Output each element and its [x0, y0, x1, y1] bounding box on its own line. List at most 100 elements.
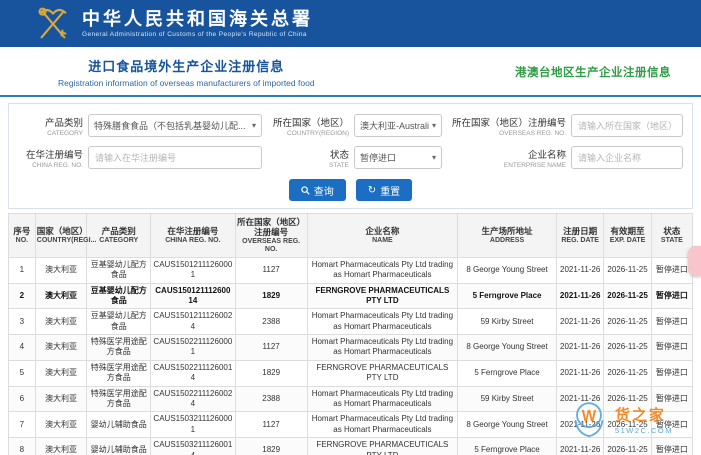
country-label-en: COUNTRY(REGION)	[287, 129, 349, 137]
search-icon	[301, 185, 310, 195]
site-title: 中华人民共和国海关总署	[82, 8, 313, 29]
cell-address: 8 George Young Street	[457, 334, 557, 361]
country-select-value: 澳大利亚-Australia	[360, 121, 429, 131]
page: 中华人民共和国海关总署 General Administration of Cu…	[0, 0, 701, 455]
column-header: 在华注册编号 CHINA REG. NO.	[150, 213, 236, 258]
column-header: 企业名称 NAME	[306, 213, 459, 258]
cell-state: 暂停进口	[650, 334, 694, 361]
state-select-value: 暂停进口	[360, 153, 397, 163]
tab-overseas-title: 进口食品境外生产企业注册信息	[88, 59, 285, 74]
cell-name: FERNGROVE PHARMACEUTICALS PTY LTD	[306, 282, 459, 310]
chevron-down-icon: ▾	[251, 121, 256, 130]
country-field: 所在国家（地区） COUNTRY(REGION) 澳大利亚-Australia …	[265, 114, 450, 137]
cell-overseas_reg_no: 1829	[234, 282, 308, 310]
cell-country: 澳大利亚	[34, 256, 88, 284]
country-label: 所在国家（地区） COUNTRY(REGION)	[265, 115, 349, 137]
query-button[interactable]: 查询	[288, 179, 346, 201]
category-select[interactable]: 特殊膳食食品（不包括乳基婴幼儿配... ▾	[88, 114, 262, 137]
overseas-reg-no-label-cn: 所在国家（地区）注册编号	[451, 117, 566, 129]
cell-address: 5 Ferngrove Place	[457, 437, 557, 455]
search-panel: 产品类别 CATEGORY 特殊膳食食品（不包括乳基婴幼儿配... ▾ 所在国家…	[8, 103, 693, 209]
table-row[interactable]: 1 澳大利亚 豆基婴幼儿配方食品 CAUS15012111260001 1127 Homa…	[8, 256, 694, 284]
cell-country: 澳大利亚	[34, 334, 88, 361]
enterprise-name-input[interactable]	[571, 146, 683, 169]
search-form: 产品类别 CATEGORY 特殊膳食食品（不包括乳基婴幼儿配... ▾ 所在国家…	[15, 114, 686, 169]
cell-category: 特殊医学用途配方食品	[86, 334, 152, 361]
table-header-row: 序号 NO. 国家（地区） COUNTRY(REGI... 产品类别 CATEGORY 在华…	[8, 213, 694, 258]
cell-state: 暂停进口	[650, 308, 694, 336]
search-actions: 查询 ↻ 重置	[15, 179, 686, 201]
watermark: W 货之家 51W2C.COM	[567, 397, 673, 441]
cell-name: Homart Pharmaceuticals Pty Ltd trading a…	[306, 308, 459, 336]
column-header: 国家（地区） COUNTRY(REGI...	[34, 213, 96, 258]
cell-address: 5 Ferngrove Place	[457, 282, 557, 310]
cell-no: 4	[8, 334, 36, 361]
header-titles: 中华人民共和国海关总署 General Administration of Cu…	[82, 10, 313, 38]
cell-category: 特殊医学用途配方食品	[86, 385, 152, 413]
watermark-site: 51W2C.COM	[614, 425, 673, 435]
cell-exp_date: 2026-11-25	[603, 334, 652, 361]
country-label-cn: 所在国家（地区）	[272, 117, 349, 129]
cell-name: Homart Pharmaceuticals Pty Ltd trading a…	[306, 334, 459, 361]
cell-address: 5 Ferngrove Place	[457, 359, 557, 387]
cell-no: 1	[8, 256, 36, 284]
cell-no: 3	[8, 308, 36, 336]
cell-address: 59 Kirby Street	[457, 385, 557, 413]
overseas-reg-no-field: 所在国家（地区）注册编号 OVERSEAS REG. NO.	[450, 114, 686, 137]
cell-overseas_reg_no: 1829	[234, 437, 308, 455]
table-row[interactable]: 5 澳大利亚 特殊医学用途配方食品 CAUS15022111260014 1829 FER…	[8, 359, 694, 387]
cell-overseas_reg_no: 1829	[234, 359, 308, 387]
watermark-text: 货之家 51W2C.COM	[615, 404, 673, 435]
column-header: 生产场所地址 ADDRESS	[457, 213, 557, 258]
state-label: 状态 STATE	[265, 147, 349, 169]
svg-text:W: W	[582, 408, 597, 425]
tab-hmt-registration[interactable]: 港澳台地区生产企业注册信息	[515, 64, 671, 80]
china-reg-no-label: 在华注册编号 CHINA REG. NO.	[15, 147, 83, 169]
cell-overseas_reg_no: 1127	[234, 411, 308, 439]
column-header: 所在国家（地区）注册编号 OVERSEAS REG. NO.	[234, 213, 308, 258]
cell-country: 澳大利亚	[34, 411, 88, 439]
cell-exp_date: 2026-11-25	[603, 256, 652, 284]
chevron-down-icon: ▾	[431, 121, 436, 130]
cell-no: 7	[8, 411, 36, 439]
china-reg-no-label-cn: 在华注册编号	[25, 149, 83, 161]
table-row[interactable]: 4 澳大利亚 特殊医学用途配方食品 CAUS15022111260001 1127 Hom…	[8, 334, 694, 361]
cell-china_reg_no: CAUS15012111260014	[150, 282, 236, 310]
cell-no: 5	[8, 359, 36, 387]
china-reg-no-input[interactable]	[88, 146, 262, 169]
cell-category: 特殊医学用途配方食品	[86, 359, 152, 387]
cell-overseas_reg_no: 2388	[234, 308, 308, 336]
category-label-cn: 产品类别	[44, 117, 83, 129]
cell-category: 婴幼儿辅助食品	[86, 437, 152, 455]
column-header: 有效期至 EXP. DATE	[603, 213, 652, 258]
state-label-cn: 状态	[329, 149, 349, 161]
country-select[interactable]: 澳大利亚-Australia ▾	[354, 114, 442, 137]
enterprise-name-label-cn: 企业名称	[527, 149, 566, 161]
column-header: 注册日期 REG. DATE	[555, 213, 605, 258]
state-field: 状态 STATE 暂停进口 ▾	[265, 146, 450, 169]
table-row[interactable]: 2 澳大利亚 豆基婴幼儿配方食品 CAUS15012111260014 1829 FERN…	[8, 282, 694, 310]
overseas-reg-no-label-en: OVERSEAS REG. NO.	[499, 129, 566, 137]
enterprise-name-label-en: ENTERPRISE NAME	[503, 161, 566, 169]
cell-country: 澳大利亚	[34, 437, 88, 455]
site-header: 中华人民共和国海关总署 General Administration of Cu…	[0, 0, 701, 47]
cell-country: 澳大利亚	[34, 282, 88, 310]
tab-bar: 进口食品境外生产企业注册信息 Registration information …	[0, 47, 701, 97]
cell-china_reg_no: CAUS15012111260001	[150, 256, 236, 284]
cell-address: 59 Kirby Street	[457, 308, 557, 336]
cell-no: 8	[8, 437, 36, 455]
chevron-down-icon: ▾	[431, 153, 436, 162]
china-reg-no-label-en: CHINA REG. NO.	[32, 161, 83, 169]
cell-name: Homart Pharmaceuticals Pty Ltd trading a…	[306, 256, 459, 284]
state-select[interactable]: 暂停进口 ▾	[354, 146, 442, 169]
table-row[interactable]: 3 澳大利亚 豆基婴幼儿配方食品 CAUS15012111260024 2388 Homa…	[8, 308, 694, 336]
reset-button[interactable]: ↻ 重置	[355, 179, 413, 201]
floating-widget[interactable]	[688, 246, 701, 276]
category-select-value: 特殊膳食食品（不包括乳基婴幼儿配...	[94, 121, 246, 131]
tab-overseas-registration[interactable]: 进口食品境外生产企业注册信息 Registration information …	[58, 56, 315, 88]
tab-overseas-subtitle: Registration information of overseas man…	[58, 78, 315, 88]
overseas-reg-no-input[interactable]	[571, 114, 683, 137]
cell-overseas_reg_no: 1127	[234, 334, 308, 361]
watermark-title: 货之家	[614, 406, 666, 424]
cell-reg_date: 2021-11-26	[555, 282, 605, 310]
